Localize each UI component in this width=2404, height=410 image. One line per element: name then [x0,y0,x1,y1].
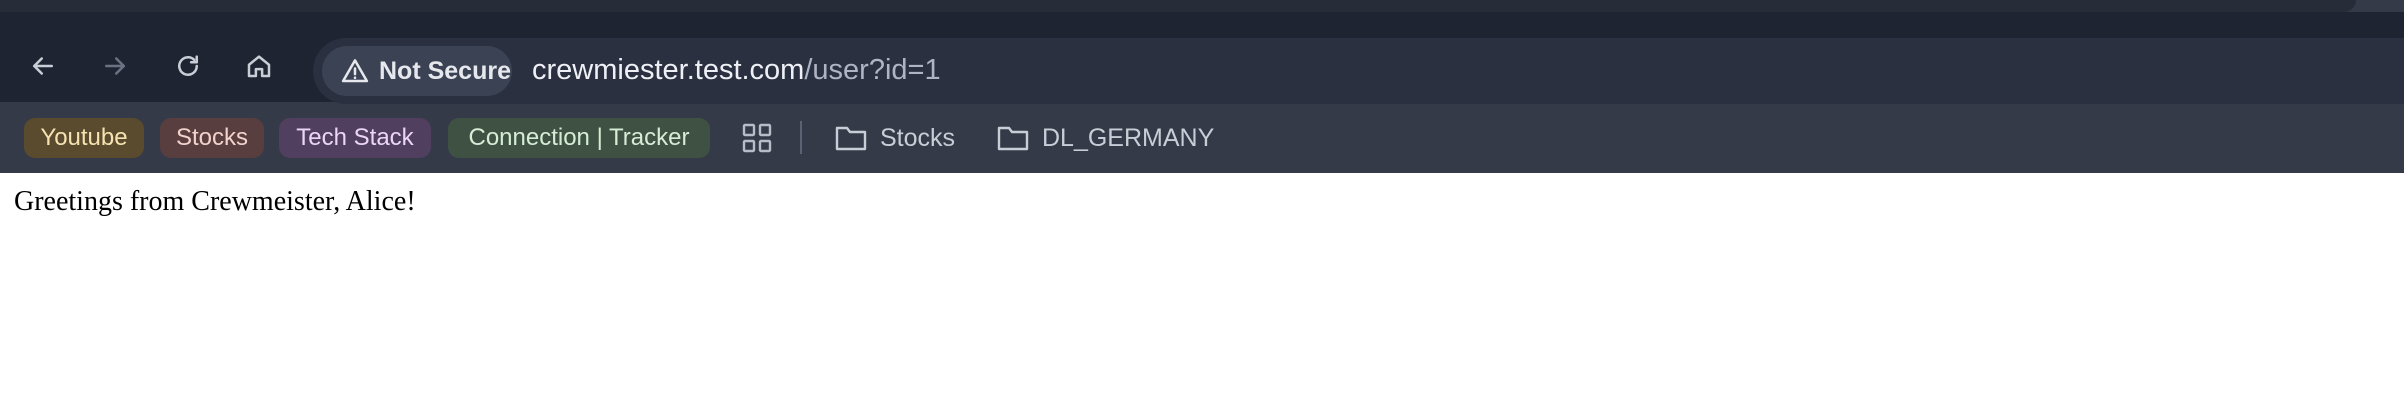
browser-toolbar: Not Secure crewmiester.test.com/user?id=… [0,12,2404,104]
tab-strip [0,0,2356,12]
bookmark-separator [800,121,802,154]
forward-button[interactable] [94,45,136,87]
page-greeting: Greetings from Crewmeister, Alice! [14,186,416,217]
browser-chrome: Not Secure crewmiester.test.com/user?id=… [0,0,2404,173]
address-bar[interactable]: Not Secure crewmiester.test.com/user?id=… [313,38,2404,104]
folder-icon [997,126,1029,151]
bookmark-tech-stack[interactable]: Tech Stack [279,118,431,158]
bookmark-youtube[interactable]: Youtube [24,118,144,158]
reload-icon [178,55,198,76]
bookmark-label: Stocks [175,124,249,151]
home-icon [247,55,271,78]
folder-icon [835,126,867,151]
reload-button[interactable] [167,45,209,87]
folder-label: DL_GERMANY [1042,123,1215,152]
arrow-left-icon [33,57,53,75]
bookmark-folder-stocks[interactable]: Stocks [834,116,955,160]
folder-label: Stocks [880,123,956,152]
bookmark-label: Tech Stack [296,124,414,151]
bookmark-label: Connection | Tracker [468,124,690,151]
arrow-right-icon [105,57,125,75]
warning-triangle-icon [341,59,369,83]
bookmark-folder-dl-germany[interactable]: DL_GERMANY [996,116,1214,160]
bookmarks-bar: Youtube Stocks Tech Stack Connection | T… [0,102,2404,173]
bookmark-label: Youtube [40,124,128,151]
home-button[interactable] [238,45,280,87]
bookmark-connection-tracker[interactable]: Connection | Tracker [448,118,710,158]
back-button[interactable] [22,45,64,87]
url-text[interactable]: crewmiester.test.com/user?id=1 [532,54,941,87]
url-path: /user?id=1 [804,54,941,86]
url-host: crewmiester.test.com [532,54,805,86]
grid-icon[interactable] [741,122,773,154]
security-indicator[interactable]: Not Secure [322,46,512,96]
bookmark-stocks[interactable]: Stocks [160,118,264,158]
security-label: Not Secure [379,56,511,85]
